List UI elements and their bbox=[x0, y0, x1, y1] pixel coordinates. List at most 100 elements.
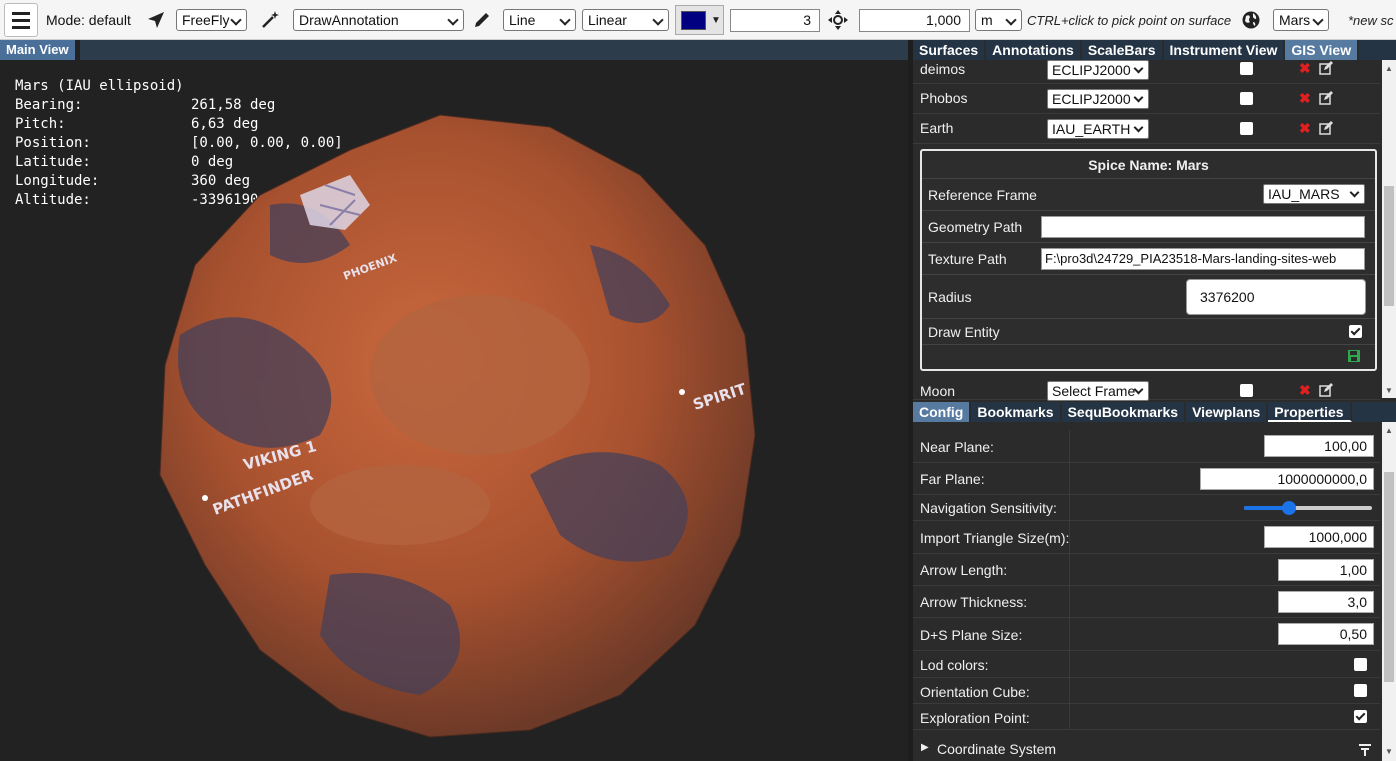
exploration-point-row: Exploration Point: bbox=[913, 704, 1380, 730]
interaction-select[interactable]: DrawAnnotation bbox=[293, 9, 464, 31]
body-row-phobos: Phobos ECLIPJ2000 ✖ bbox=[913, 84, 1380, 114]
geometry-path-row: Geometry Path bbox=[922, 211, 1375, 243]
landing-site-marker bbox=[202, 495, 208, 501]
nav-mode-select[interactable]: FreeFly bbox=[176, 9, 247, 31]
tab-properties[interactable]: Properties bbox=[1268, 402, 1352, 422]
scroll-up-icon[interactable]: ▲ bbox=[1385, 426, 1393, 435]
delete-icon[interactable]: ✖ bbox=[1299, 90, 1311, 107]
arrow-thickness-input[interactable]: 3,0 bbox=[1278, 591, 1374, 613]
ds-plane-row: D+S Plane Size: 0,50 bbox=[913, 618, 1380, 651]
coordinate-system-section[interactable]: ▶ Coordinate System bbox=[913, 737, 1380, 761]
body-checkbox[interactable] bbox=[1240, 62, 1253, 75]
config-scrollbar[interactable]: ▲ ▼ bbox=[1382, 422, 1396, 761]
arrow-thickness-row: Arrow Thickness: 3,0 bbox=[913, 586, 1380, 618]
chevron-down-icon: ▼ bbox=[711, 15, 721, 26]
ref-frame-row: Reference Frame IAU_MARS bbox=[922, 179, 1375, 211]
mode-label: Mode: default bbox=[46, 12, 131, 28]
ref-frame-select[interactable]: IAU_MARS bbox=[1263, 184, 1365, 204]
distance-input[interactable]: 1,000 bbox=[859, 9, 970, 32]
toolbar: Mode: default FreeFly DrawAnnotation Lin… bbox=[0, 0, 1396, 40]
orientation-cube-row: Orientation Cube: bbox=[913, 678, 1380, 704]
magic-wand-icon bbox=[262, 11, 279, 28]
body-row-earth: Earth IAU_EARTH ✖ bbox=[913, 114, 1380, 144]
edit-icon[interactable] bbox=[1319, 383, 1333, 397]
globe-icon bbox=[1242, 11, 1260, 29]
mars-globe[interactable]: PHOENIX VIKING 1 PATHFINDER SPIRIT bbox=[150, 105, 770, 745]
bodies-scrollbar[interactable]: ▲ ▼ bbox=[1382, 60, 1396, 398]
edit-icon[interactable] bbox=[1319, 91, 1333, 105]
near-plane-input[interactable]: 100,00 bbox=[1264, 435, 1374, 457]
delete-icon[interactable]: ✖ bbox=[1299, 60, 1311, 77]
far-plane-row: Far Plane: 1000000000,0 bbox=[913, 463, 1380, 495]
tab-config[interactable]: Config bbox=[913, 402, 972, 422]
frame-select[interactable]: ECLIPJ2000 bbox=[1047, 60, 1149, 80]
exploration-point-checkbox[interactable] bbox=[1354, 710, 1367, 723]
edit-icon[interactable] bbox=[1319, 121, 1333, 135]
radius-row: Radius 3376200 bbox=[922, 275, 1375, 319]
scroll-up-icon[interactable]: ▲ bbox=[1385, 64, 1393, 73]
color-picker[interactable]: ▼ bbox=[675, 5, 724, 35]
texture-path-input[interactable]: F:\pro3d\24729_PIA23518-Mars-landing-sit… bbox=[1041, 248, 1365, 270]
arrow-length-input[interactable]: 1,00 bbox=[1278, 559, 1374, 581]
pick-hint-text: CTRL+click to pick point on surface bbox=[1027, 13, 1232, 28]
scroll-down-icon[interactable]: ▼ bbox=[1385, 386, 1393, 395]
scene-name-text: *new sc bbox=[1348, 13, 1394, 28]
delete-icon[interactable]: ✖ bbox=[1299, 120, 1311, 137]
lod-colors-checkbox[interactable] bbox=[1354, 658, 1367, 671]
tab-viewplans[interactable]: Viewplans bbox=[1186, 402, 1269, 422]
unit-select[interactable]: m bbox=[975, 9, 1022, 31]
edit-icon[interactable] bbox=[1319, 61, 1333, 75]
spice-editor: Spice Name: Mars Reference Frame IAU_MAR… bbox=[920, 149, 1377, 371]
radius-input[interactable]: 3376200 bbox=[1186, 279, 1366, 315]
pin-icon[interactable] bbox=[1358, 742, 1372, 756]
lod-colors-row: Lod colors: bbox=[913, 651, 1380, 678]
body-select[interactable]: Mars bbox=[1273, 9, 1329, 31]
scroll-thumb[interactable] bbox=[1384, 186, 1394, 306]
color-swatch bbox=[681, 11, 706, 30]
tab-bookmarks[interactable]: Bookmarks bbox=[971, 402, 1062, 422]
thickness-input[interactable]: 3 bbox=[730, 9, 820, 32]
near-plane-row: Near Plane: 100,00 bbox=[913, 430, 1380, 463]
slider-handle[interactable] bbox=[1281, 501, 1296, 515]
geometry-select[interactable]: Line bbox=[503, 9, 576, 31]
tab-main-view[interactable]: Main View bbox=[0, 40, 75, 60]
caret-right-icon: ▶ bbox=[921, 742, 929, 753]
bottom-tab-bar: Config Bookmarks SequBookmarks Viewplans… bbox=[913, 402, 1396, 422]
body-checkbox[interactable] bbox=[1240, 92, 1253, 105]
save-icon[interactable] bbox=[1347, 349, 1361, 363]
tab-sequbookmarks[interactable]: SequBookmarks bbox=[1062, 402, 1187, 422]
import-triangle-row: Import Triangle Size(m): 1000,000 bbox=[913, 521, 1380, 554]
pencil-icon bbox=[475, 13, 489, 27]
move-crosshair-icon bbox=[828, 10, 848, 30]
frame-select[interactable]: Select Frame bbox=[1047, 381, 1149, 401]
orientation-cube-checkbox[interactable] bbox=[1354, 684, 1367, 697]
nav-sensitivity-row: Navigation Sensitivity: bbox=[913, 495, 1380, 521]
right-panel: Surfaces Annotations ScaleBars Instrumen… bbox=[913, 40, 1396, 761]
draw-entity-checkbox[interactable] bbox=[1349, 325, 1362, 338]
delete-icon[interactable]: ✖ bbox=[1299, 382, 1311, 399]
scroll-down-icon[interactable]: ▼ bbox=[1385, 747, 1393, 756]
landing-site-marker bbox=[679, 389, 685, 395]
body-row-moon: Moon Select Frame ✖ bbox=[913, 376, 1380, 401]
frame-select[interactable]: ECLIPJ2000 bbox=[1047, 89, 1149, 109]
overlay-title: Mars (IAU ellipsoid) bbox=[15, 78, 184, 94]
main-view[interactable]: Main View Mars (IAU ellipsoid) Bearing: 2… bbox=[0, 40, 908, 761]
projection-select[interactable]: Linear bbox=[582, 9, 669, 31]
import-triangle-input[interactable]: 1000,000 bbox=[1264, 526, 1374, 548]
arrow-length-row: Arrow Length: 1,00 bbox=[913, 554, 1380, 586]
nav-sensitivity-slider[interactable] bbox=[1244, 501, 1372, 515]
body-checkbox[interactable] bbox=[1240, 384, 1253, 397]
navigation-arrow-icon bbox=[148, 12, 164, 28]
geometry-path-input[interactable] bbox=[1041, 216, 1365, 238]
far-plane-input[interactable]: 1000000000,0 bbox=[1200, 468, 1374, 490]
hamburger-menu-button[interactable] bbox=[4, 3, 38, 37]
body-checkbox[interactable] bbox=[1240, 122, 1253, 135]
ds-plane-input[interactable]: 0,50 bbox=[1278, 623, 1374, 645]
draw-entity-row: Draw Entity bbox=[922, 319, 1375, 345]
spice-header: Spice Name: Mars bbox=[922, 151, 1375, 179]
frame-select[interactable]: IAU_EARTH bbox=[1047, 119, 1149, 139]
texture-path-row: Texture Path F:\pro3d\24729_PIA23518-Mar… bbox=[922, 243, 1375, 275]
scroll-thumb[interactable] bbox=[1384, 472, 1394, 682]
body-row-deimos: deimos ECLIPJ2000 ✖ bbox=[913, 56, 1380, 84]
main-view-tab-strip bbox=[80, 40, 908, 60]
